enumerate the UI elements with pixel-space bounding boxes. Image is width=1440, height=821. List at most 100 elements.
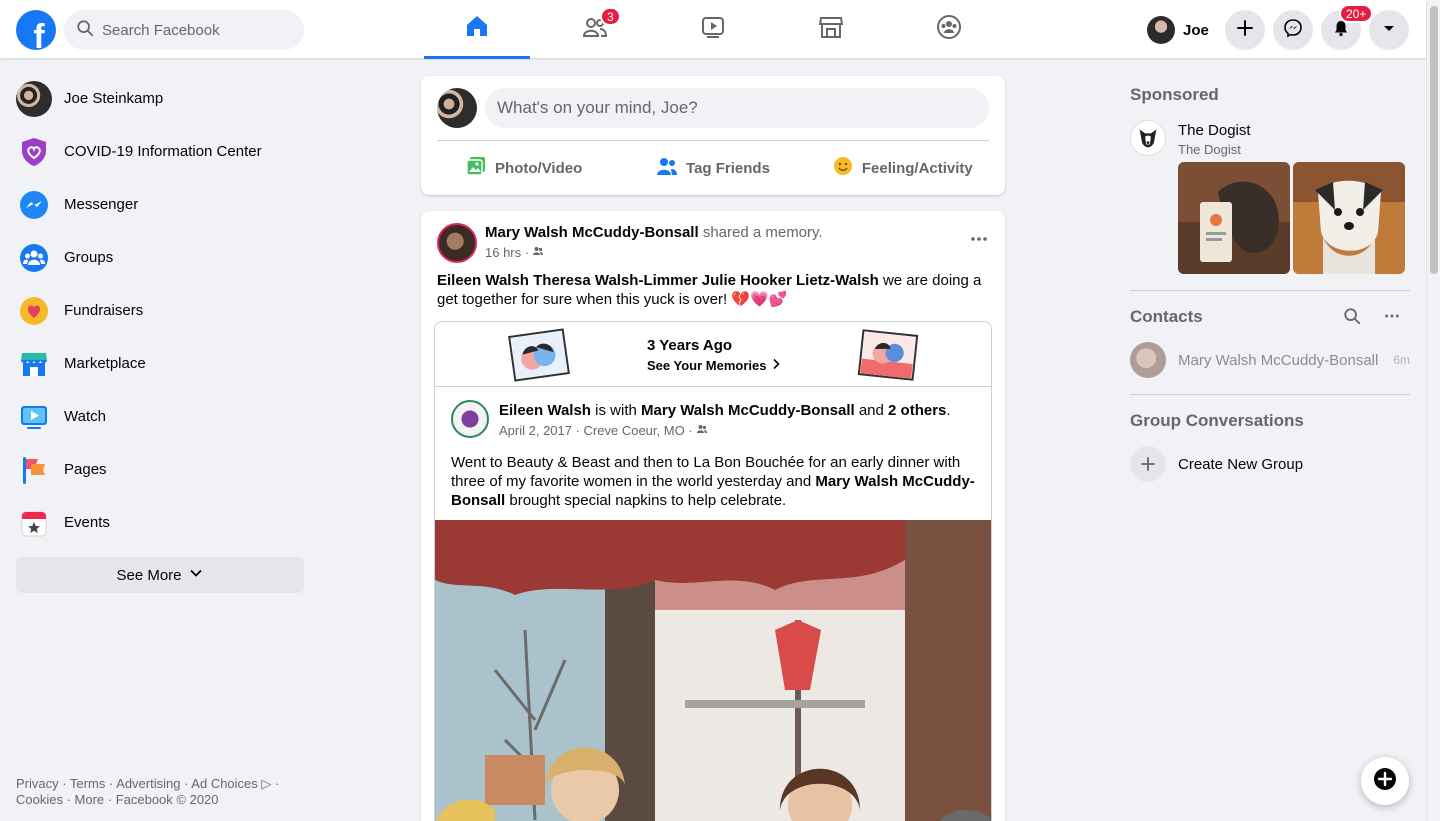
memory-illustration-left [508, 328, 570, 382]
plus-icon [1130, 446, 1166, 482]
ad-image-1[interactable] [1178, 162, 1290, 274]
sidebar-item-events[interactable]: Events [8, 496, 312, 549]
post-meta: 16 hrs · [485, 245, 544, 260]
contact-item[interactable]: Mary Walsh McCuddy-Bonsall 6m [1130, 342, 1410, 378]
memory-date-location[interactable]: April 2, 2017 · Creve Coeur, MO · [499, 423, 693, 438]
search-input[interactable] [102, 21, 292, 39]
sidebar-item-watch[interactable]: Watch [8, 390, 312, 443]
tab-marketplace[interactable] [778, 0, 884, 59]
avatar[interactable] [437, 223, 477, 263]
sidebar-item-marketplace[interactable]: Marketplace [8, 337, 312, 390]
compose-plus-icon [1372, 766, 1398, 797]
create-button[interactable] [1225, 10, 1265, 50]
marketplace-icon [16, 346, 52, 382]
sidebar-item-profile[interactable]: Joe Steinkamp [8, 72, 312, 125]
group-conversations-heading: Group Conversations [1130, 411, 1304, 430]
memory-title: 3 Years Ago [647, 337, 733, 354]
memory-tagged-person[interactable]: Mary Walsh McCuddy-Bonsall [641, 402, 855, 419]
sidebar-item-label: Joe Steinkamp [64, 90, 164, 107]
chevron-right-icon [766, 358, 782, 373]
profile-chip[interactable]: Joe [1141, 12, 1215, 48]
contacts-heading: Contacts [1130, 307, 1203, 326]
sponsor-subtitle: The Dogist [1178, 142, 1241, 157]
contacts-search-button[interactable] [1338, 304, 1366, 332]
notifications-badge: 20+ [1339, 4, 1374, 23]
pages-flag-icon [16, 452, 52, 488]
new-message-button[interactable] [1361, 757, 1409, 805]
covid-shield-icon [16, 134, 52, 170]
footer-line-2[interactable]: Cookies · More · Facebook © 2020 [16, 792, 296, 808]
see-more-label: See More [116, 566, 182, 584]
watch-icon [700, 14, 726, 45]
tab-watch[interactable] [660, 0, 766, 59]
top-navigation-bar: f 3 Joe 20+ [0, 0, 1426, 59]
messenger-button[interactable] [1273, 10, 1313, 50]
sponsor-name[interactable]: The Dogist [1178, 122, 1251, 139]
tag-friends-label: Tag Friends [686, 159, 770, 177]
fundraisers-icon [16, 293, 52, 329]
sidebar-item-fundraisers[interactable]: Fundraisers [8, 284, 312, 337]
composer-actions: Photo/Video Tag Friends Feeling/Activity [429, 148, 997, 188]
create-new-group-button[interactable]: Create New Group [1130, 446, 1303, 482]
sidebar-item-label: Pages [64, 461, 107, 478]
memory-author[interactable]: Eileen Walsh [499, 402, 591, 419]
avatar [1130, 342, 1166, 378]
sidebar-item-label: COVID-19 Information Center [64, 143, 262, 160]
sidebar-item-pages[interactable]: Pages [8, 443, 312, 496]
post-author[interactable]: Mary Walsh McCuddy-Bonsall [485, 224, 699, 241]
sidebar-item-covid[interactable]: COVID-19 Information Center [8, 125, 312, 178]
feeling-activity-label: Feeling/Activity [861, 159, 973, 177]
sidebar-item-messenger[interactable]: Messenger [8, 178, 312, 231]
see-more-button[interactable]: See More [16, 557, 304, 593]
avatar[interactable] [451, 400, 489, 438]
contact-last-active: 6m [1393, 353, 1410, 367]
more-dots-icon [1383, 307, 1401, 330]
divider [437, 140, 989, 141]
footer-line-1[interactable]: Privacy · Terms · Advertising · Ad Choic… [16, 776, 296, 792]
page-scrollbar[interactable] [1426, 0, 1440, 821]
logo-letter: f [33, 18, 45, 50]
footer-links[interactable]: Privacy · Terms · Advertising · Ad Choic… [16, 776, 296, 808]
post-composer: What's on your mind, Joe? Photo/Video Ta… [421, 76, 1005, 195]
period: . [946, 402, 951, 419]
friends-badge: 3 [600, 7, 621, 26]
whats-on-your-mind-input[interactable]: What's on your mind, Joe? [485, 88, 989, 128]
search-box[interactable] [64, 10, 304, 50]
ad-image-2[interactable] [1293, 162, 1405, 274]
profile-name: Joe [1183, 21, 1209, 39]
post-text: Eileen Walsh Theresa Walsh-Limmer Julie … [437, 271, 989, 309]
feeling-activity-button[interactable]: Feeling/Activity [808, 148, 997, 188]
search-icon [76, 19, 94, 42]
photo-video-button[interactable]: Photo/Video [429, 148, 618, 188]
tab-friends[interactable]: 3 [542, 0, 648, 59]
post-action: shared a memory. [702, 224, 823, 241]
account-menu-button[interactable] [1369, 10, 1409, 50]
dogist-logo[interactable] [1130, 120, 1166, 156]
tag-friends-button[interactable]: Tag Friends [618, 148, 807, 188]
memory-photo[interactable] [435, 520, 991, 821]
shared-memory-card[interactable]: 3 Years Ago See Your Memories Eileen Wal… [434, 321, 992, 821]
sidebar-item-groups[interactable]: Groups [8, 231, 312, 284]
create-new-group-label: Create New Group [1178, 455, 1304, 473]
see-memories-label: See Your Memories [647, 358, 767, 373]
messenger-icon [16, 187, 52, 223]
facebook-logo[interactable]: f [16, 10, 56, 50]
post-time[interactable]: 16 hrs · [485, 245, 529, 260]
feed-post: Mary Walsh McCuddy-Bonsall shared a memo… [421, 211, 1005, 821]
notifications-button[interactable]: 20+ [1321, 4, 1374, 50]
see-your-memories-link[interactable]: See Your Memories [647, 358, 782, 373]
tab-home[interactable] [424, 0, 530, 59]
messenger-icon [1283, 18, 1303, 43]
divider [1130, 394, 1410, 395]
left-sidebar: Joe Steinkamp COVID-19 Information Cente… [8, 72, 312, 593]
tab-groups[interactable] [896, 0, 1002, 59]
photo-icon [465, 155, 495, 181]
avatar [1147, 16, 1175, 44]
post-options-button[interactable] [965, 227, 993, 255]
tagged-names[interactable]: Eileen Walsh Theresa Walsh-Limmer Julie … [437, 272, 879, 289]
contacts-options-button[interactable] [1378, 304, 1406, 332]
avatar[interactable] [437, 88, 477, 128]
memory-others-link[interactable]: 2 others [888, 402, 946, 419]
memory-banner[interactable]: 3 Years Ago See Your Memories [435, 322, 991, 387]
scrollbar-thumb[interactable] [1430, 6, 1438, 274]
